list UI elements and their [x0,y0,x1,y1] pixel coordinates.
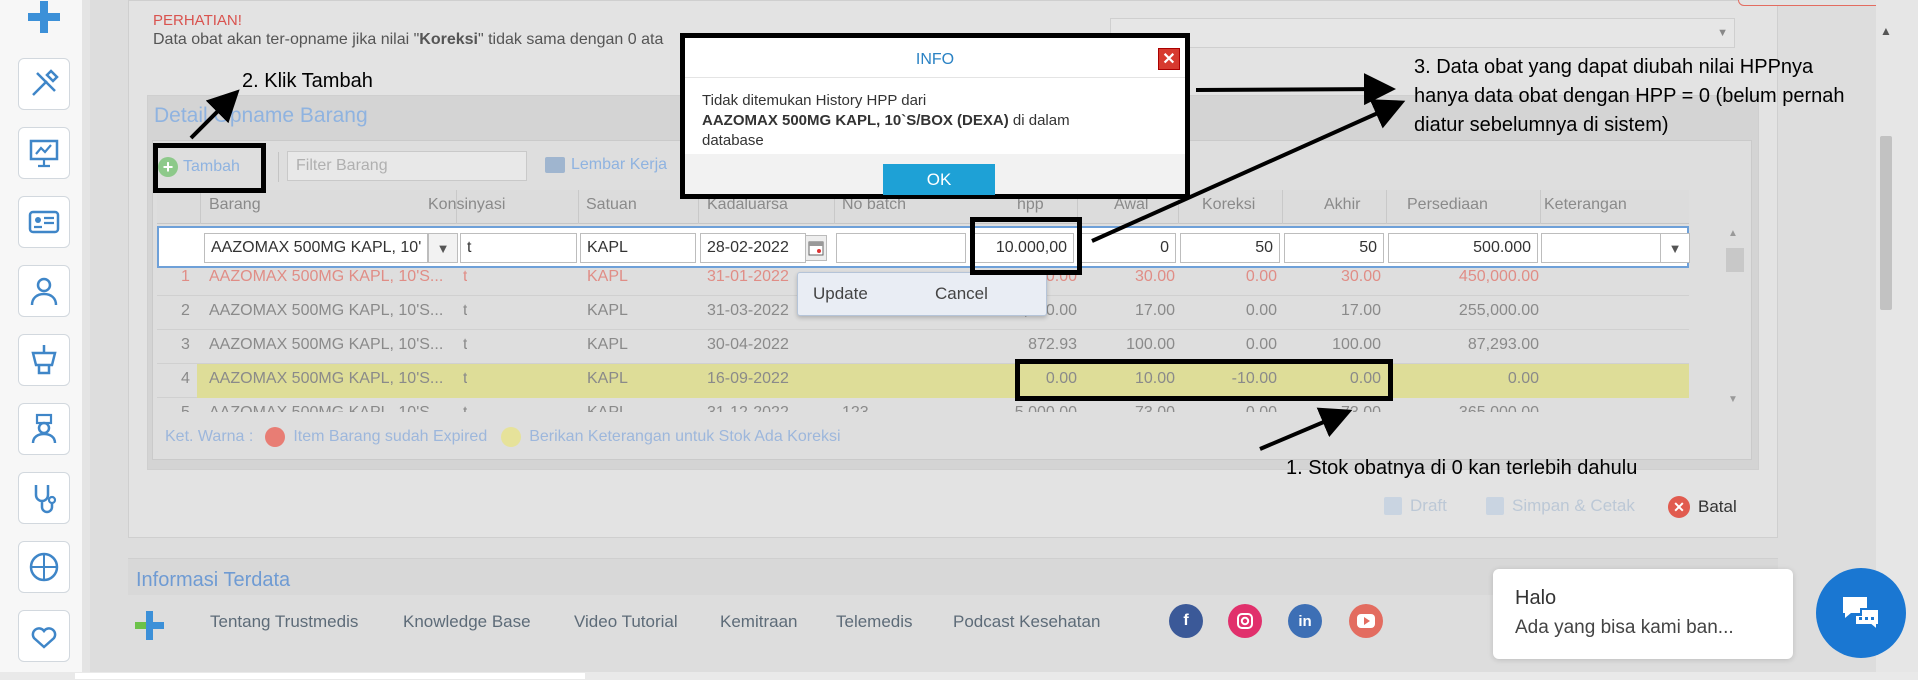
chat-greeting: Halo [1515,587,1557,609]
annotation-step2: 2. Klik Tambah [242,70,373,92]
annotation-step3-line: hanya data obat dengan HPP = 0 (belum pe… [1414,85,1845,107]
arrow-step3-dialog [1195,73,1396,106]
chat-message: Ada yang bisa kami ban... [1515,617,1734,638]
arrow-step1 [1259,407,1353,451]
annotation-step3-line: 3. Data obat yang dapat diubah nilai HPP… [1414,56,1814,78]
arrow-step2 [189,89,240,140]
chat-icon [1843,597,1880,633]
chat-bubble[interactable]: Halo Ada yang bisa kami ban... [1493,569,1793,659]
annotation-step3-line: diatur sebelumnya di sistem) [1414,114,1669,136]
annotation-step1: 1. Stok obatnya di 0 kan terlebih dahulu [1286,457,1638,479]
arrow-step3-hpp [1091,99,1406,243]
chat-button[interactable] [1816,568,1906,658]
